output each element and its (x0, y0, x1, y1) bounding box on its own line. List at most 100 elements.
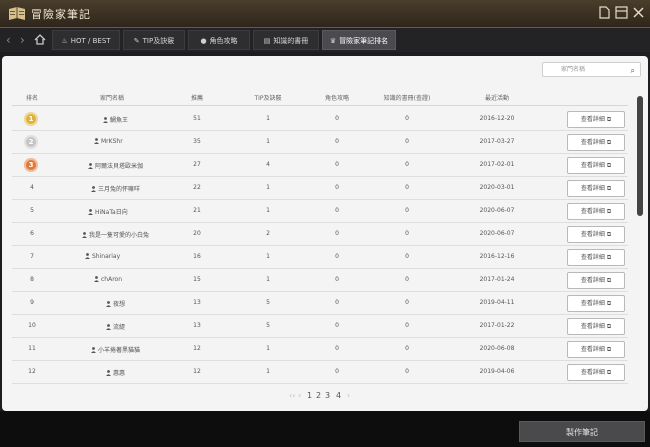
page-2[interactable]: 2 (316, 391, 321, 400)
search-input[interactable]: 家門名稱 ⌕ (542, 62, 641, 77)
person-icon (88, 209, 93, 215)
forward-arrow-icon[interactable]: › (20, 33, 25, 47)
view-details-button[interactable]: 查看詳細 ⧉ (567, 203, 625, 220)
tab-ranking[interactable]: ♛ 冒險家筆記排名 (322, 30, 396, 50)
page-4[interactable]: 4 (336, 391, 341, 400)
table-row: 12 惠惠 12 1 0 0 2019-04-06 查看詳細 ⧉ (12, 361, 628, 384)
guide-cell: 0 (335, 184, 339, 191)
family-name-cell: MrKShr (94, 138, 123, 145)
view-details-button[interactable]: 查看詳細 ⧉ (567, 226, 625, 243)
view-details-button[interactable]: 查看詳細 ⧉ (567, 341, 625, 358)
table-row: 6 我是一隻可愛的小白兔 20 2 0 0 2020-06-07 查看詳細 ⧉ (12, 223, 628, 246)
close-icon[interactable] (632, 6, 645, 19)
recommend-cell: 27 (193, 161, 201, 168)
family-name-cell: 惠惠 (106, 368, 125, 377)
tips-cell: 5 (266, 299, 270, 306)
view-details-button[interactable]: 查看詳細 ⧉ (567, 364, 625, 381)
family-name-cell: 流緹 (106, 322, 125, 331)
guide-cell: 0 (335, 299, 339, 306)
guide-cell: 0 (335, 345, 339, 352)
tab-character-guide[interactable]: ● 角色攻略 (188, 30, 250, 50)
header-tips: TIP及訣竅 (254, 95, 282, 102)
page-3[interactable]: 3 (325, 391, 330, 400)
rank-cell: 4 (30, 184, 34, 191)
window-layout-icon[interactable] (615, 6, 628, 19)
view-details-button[interactable]: 查看詳細 ⧉ (567, 272, 625, 289)
view-details-button[interactable]: 查看詳細 ⧉ (567, 318, 625, 335)
last-activity-cell: 2016-12-16 (479, 253, 515, 260)
tips-cell: 2 (266, 230, 270, 237)
pagination-next[interactable]: › (347, 391, 350, 400)
tips-cell: 1 (266, 345, 270, 352)
header-last-activity: 最近活動 (484, 95, 509, 102)
back-arrow-icon[interactable]: ‹ (6, 33, 11, 47)
view-details-button[interactable]: 查看詳細 ⧉ (567, 295, 625, 312)
page-1[interactable]: 1 (307, 391, 312, 400)
guide-cell: 0 (335, 138, 339, 145)
rank-cell: 12 (28, 368, 36, 375)
search-icon[interactable]: ⌕ (631, 64, 635, 77)
tips-cell: 5 (266, 322, 270, 329)
table-row: 8 chAron 15 1 0 0 2017-01-24 查看詳細 ⧉ (12, 269, 628, 292)
knowledge-cell: 0 (405, 253, 409, 260)
last-activity-cell: 2017-01-22 (479, 322, 515, 329)
family-name-cell: 三月兔的怀嘛咩 (91, 184, 140, 193)
document-icon[interactable] (598, 6, 611, 19)
knowledge-cell: 0 (405, 322, 409, 329)
guide-cell: 0 (335, 230, 339, 237)
guide-cell: 0 (335, 161, 339, 168)
flame-icon: ♨ (61, 37, 68, 45)
view-details-button[interactable]: 查看詳細 ⧉ (567, 249, 625, 266)
guide-cell: 0 (335, 322, 339, 329)
window-title: 冒險家筆記 (31, 8, 91, 21)
table-row: 10 流緹 13 5 0 0 2017-01-22 查看詳細 ⧉ (12, 315, 628, 338)
pencil-icon: ✎ (133, 37, 140, 45)
family-name-cell: 我是一隻可愛的小白兔 (82, 230, 149, 239)
view-details-button[interactable]: 查看詳細 ⧉ (567, 157, 625, 174)
title-bar: 冒險家筆記 (0, 0, 650, 28)
tips-cell: 1 (266, 138, 270, 145)
header-rank: 排名 (25, 95, 38, 102)
scrollbar-thumb[interactable] (637, 96, 643, 216)
recommend-cell: 12 (193, 368, 201, 375)
tab-tips[interactable]: ✎ TIP及訣竅 (123, 30, 185, 50)
recommend-cell: 21 (193, 207, 201, 214)
make-note-button[interactable]: 製作筆記 (519, 421, 645, 442)
last-activity-cell: 2017-02-01 (479, 161, 515, 168)
pagination-prev[interactable]: ‹‹ ‹ (289, 391, 301, 400)
external-link-icon: ⧉ (606, 208, 612, 215)
family-name-cell: 鯛魚王 (103, 115, 128, 124)
recommend-cell: 13 (193, 322, 201, 329)
table-row: 2 MrKShr 35 1 0 0 2017-03-27 查看詳細 ⧉ (12, 131, 628, 154)
home-icon[interactable] (34, 34, 46, 45)
external-link-icon: ⧉ (606, 231, 612, 238)
table-row: 7 Shinariay 16 1 0 0 2016-12-16 查看詳細 ⧉ (12, 246, 628, 269)
person-icon (106, 301, 111, 307)
tips-cell: 1 (266, 207, 270, 214)
family-name-cell: Shinariay (85, 253, 120, 260)
recommend-cell: 13 (193, 299, 201, 306)
tab-knowledge-book[interactable]: ▤ 知識的書冊 (253, 30, 319, 50)
view-details-button[interactable]: 查看詳細 ⧉ (567, 134, 625, 151)
tab-hot-best[interactable]: ♨ HOT / BEST (52, 30, 120, 50)
view-details-button[interactable]: 查看詳細 ⧉ (567, 111, 625, 128)
last-activity-cell: 2016-12-20 (479, 115, 515, 122)
tips-cell: 1 (266, 115, 270, 122)
external-link-icon: ⧉ (606, 162, 612, 169)
person-icon (85, 253, 90, 259)
person-icon (91, 186, 96, 192)
person-icon (94, 138, 99, 144)
recommend-cell: 12 (193, 345, 201, 352)
person-icon (94, 276, 99, 282)
last-activity-cell: 2019-04-06 (479, 368, 515, 375)
tips-cell: 1 (266, 253, 270, 260)
knowledge-cell: 0 (405, 207, 409, 214)
family-name-cell: chAron (94, 276, 122, 283)
rank-cell: 7 (30, 253, 34, 260)
guide-cell: 0 (335, 207, 339, 214)
external-link-icon: ⧉ (606, 139, 612, 146)
rank-cell: 5 (30, 207, 34, 214)
header-family-name: 家門名稱 (99, 95, 124, 102)
guide-cell: 0 (335, 276, 339, 283)
view-details-button[interactable]: 查看詳細 ⧉ (567, 180, 625, 197)
